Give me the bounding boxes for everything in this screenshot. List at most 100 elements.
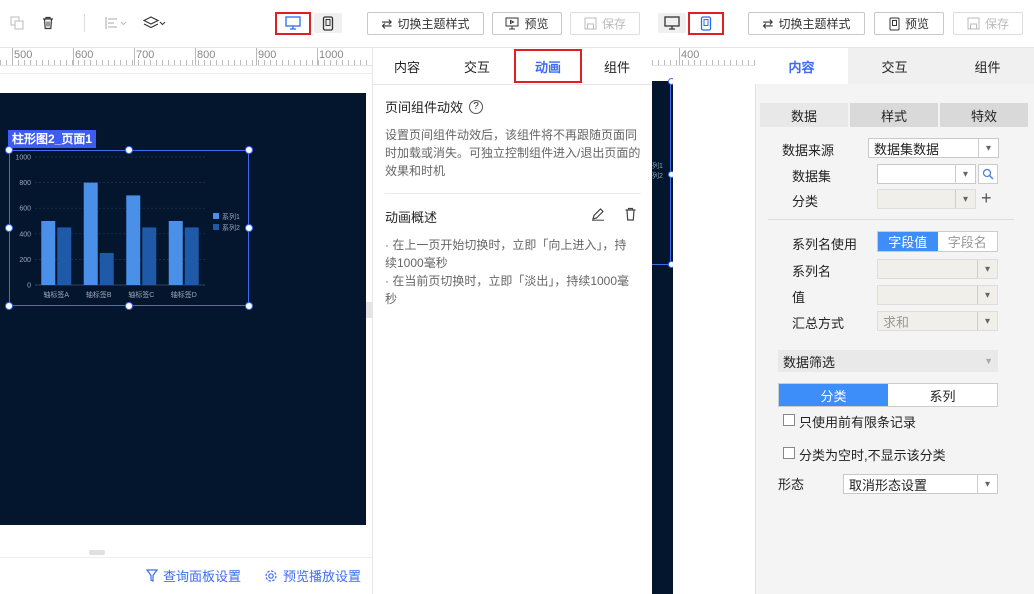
horizontal-ruler-2: 400	[652, 48, 755, 66]
ruler-label: 900	[258, 49, 277, 61]
subtab-style[interactable]: 样式	[850, 103, 938, 127]
preview-button[interactable]: 预览	[492, 12, 562, 35]
help-icon[interactable]: ?	[469, 99, 484, 114]
x-tick-label: 轴标签B	[86, 290, 112, 299]
ruler-label: 500	[14, 49, 33, 61]
switch-theme-button-2[interactable]: ⇄ 切换主题样式	[748, 12, 865, 35]
overview-line-2: · 在当前页切换时，立即「淡出」，持续1000毫秒	[385, 274, 630, 306]
widget-label[interactable]: 柱形图2_页面1	[8, 130, 97, 148]
series-name-toggle: 字段值 字段名	[877, 231, 998, 252]
resize-handle[interactable]	[5, 146, 13, 154]
chevron-down-icon: ▾	[955, 165, 975, 183]
x-tick-label: 轴标签A	[43, 290, 69, 299]
horizontal-ruler: 500 600 700 800 900 1000	[0, 48, 372, 66]
save-button-2[interactable]: 保存	[953, 12, 1023, 35]
data-source-select[interactable]: 数据集数据 ▾	[868, 138, 999, 158]
mobile-preview-icon	[889, 17, 900, 30]
query-panel-settings[interactable]: 查询面板设置	[146, 566, 241, 585]
chevron-down-icon: ▾	[977, 286, 997, 304]
section-description: 设置页间组件动效后，该组件将不再跟随页面同时加载或消失。可独立控制组件进入/退出…	[385, 128, 641, 178]
toggle-field-name[interactable]: 字段名	[937, 232, 997, 251]
bar-1	[41, 221, 56, 285]
copy-icon[interactable]	[8, 14, 26, 32]
switch-theme-button[interactable]: ⇄ 切换主题样式	[367, 12, 484, 35]
trash-icon[interactable]	[39, 14, 57, 32]
legend-swatch	[213, 213, 219, 219]
switch-icon: ⇄	[762, 15, 774, 31]
resize-handle[interactable]	[245, 224, 253, 232]
chevron-down-icon: ▾	[978, 139, 998, 157]
mobile-legend-fragment: 列1 列2	[652, 163, 663, 180]
ruler-major-tick	[134, 48, 135, 65]
layers-dropdown-icon[interactable]	[142, 14, 168, 32]
summary-select[interactable]: 求和 ▾	[877, 311, 998, 331]
dataset-label: 数据集	[792, 169, 832, 184]
subtab-effect[interactable]: 特效	[940, 103, 1028, 127]
align-dropdown-icon[interactable]	[103, 14, 129, 32]
switch-icon: ⇄	[381, 15, 393, 31]
bar-1	[168, 221, 183, 285]
tab-content[interactable]: 内容	[372, 48, 442, 84]
prop-tab-interaction[interactable]: 交互	[848, 48, 941, 84]
delete-icon[interactable]	[624, 207, 637, 224]
tab-animation[interactable]: 动画	[514, 49, 582, 83]
ruler-major-tick	[256, 48, 257, 65]
prop-tab-content[interactable]: 内容	[755, 48, 848, 84]
middle-tab-bar	[372, 84, 652, 85]
prop-tab-component[interactable]: 组件	[941, 48, 1034, 84]
series-name-select[interactable]: ▾	[877, 259, 998, 279]
y-tick-label: 0	[27, 283, 31, 290]
bar-2	[99, 253, 114, 285]
resize-handle[interactable]	[125, 146, 133, 154]
y-tick-label: 200	[19, 257, 31, 264]
save-icon	[584, 17, 597, 30]
mobile-view-icon[interactable]	[314, 13, 342, 33]
data-source-label: 数据来源	[782, 143, 835, 158]
category-select[interactable]: ▾	[877, 189, 976, 209]
hide-empty-checkbox[interactable]	[783, 447, 795, 459]
preview-button-2[interactable]: 预览	[874, 12, 944, 35]
value-select[interactable]: ▾	[877, 285, 998, 305]
bar-2	[142, 227, 157, 285]
limit-records-checkbox[interactable]	[783, 414, 795, 426]
hide-empty-label: 分类为空时,不显示该分类	[799, 448, 946, 463]
chevron-down-icon: ▾	[977, 312, 997, 330]
edit-icon[interactable]	[591, 207, 605, 224]
caret-down-icon: ▼	[984, 356, 993, 366]
resize-handle[interactable]	[245, 146, 253, 154]
subtab-data[interactable]: 数据	[760, 103, 848, 127]
legend-swatch	[213, 224, 219, 230]
filter-tab-series[interactable]: 系列	[888, 384, 997, 406]
desktop-view-icon-2[interactable]	[658, 13, 686, 33]
category-label: 分类	[792, 194, 819, 209]
filter-tab-category[interactable]: 分类	[779, 384, 888, 406]
form-select[interactable]: 取消形态设置 ▾	[843, 474, 998, 494]
scroll-handle[interactable]	[89, 550, 105, 555]
toggle-field-value[interactable]: 字段值	[878, 232, 938, 251]
chevron-down-icon: ▾	[955, 190, 975, 208]
tab-component[interactable]: 组件	[582, 48, 652, 84]
save-button[interactable]: 保存	[570, 12, 640, 35]
filter-section-header[interactable]: 数据筛选 ▼	[778, 350, 998, 372]
gear-icon	[265, 569, 277, 582]
resize-handle[interactable]	[5, 224, 13, 232]
resize-handle[interactable]	[125, 302, 133, 310]
resize-handle[interactable]	[5, 302, 13, 310]
section-title: 页间组件动效 ?	[385, 97, 484, 116]
tab-interaction[interactable]: 交互	[442, 48, 512, 84]
series-name-label: 系列名	[792, 264, 832, 279]
search-icon[interactable]	[978, 164, 998, 184]
bar-1	[83, 182, 98, 285]
divider	[768, 219, 1014, 220]
add-icon[interactable]: +	[981, 188, 992, 208]
summary-label: 汇总方式	[792, 316, 845, 331]
dataset-select[interactable]: ▾	[877, 164, 976, 184]
value-label: 值	[792, 290, 806, 305]
ruler-label: 800	[197, 49, 216, 61]
resize-handle[interactable]	[245, 302, 253, 310]
toolbar-divider	[84, 14, 85, 32]
bar-chart: 0 200 400 600 800 1000 轴标签A 轴标签B 轴标签C 轴标签D 系列1 系列2	[15, 155, 240, 300]
playback-settings[interactable]: 预览播放设置	[264, 566, 361, 585]
canvas-gap	[0, 74, 372, 93]
desktop-view-highlight	[275, 12, 311, 35]
